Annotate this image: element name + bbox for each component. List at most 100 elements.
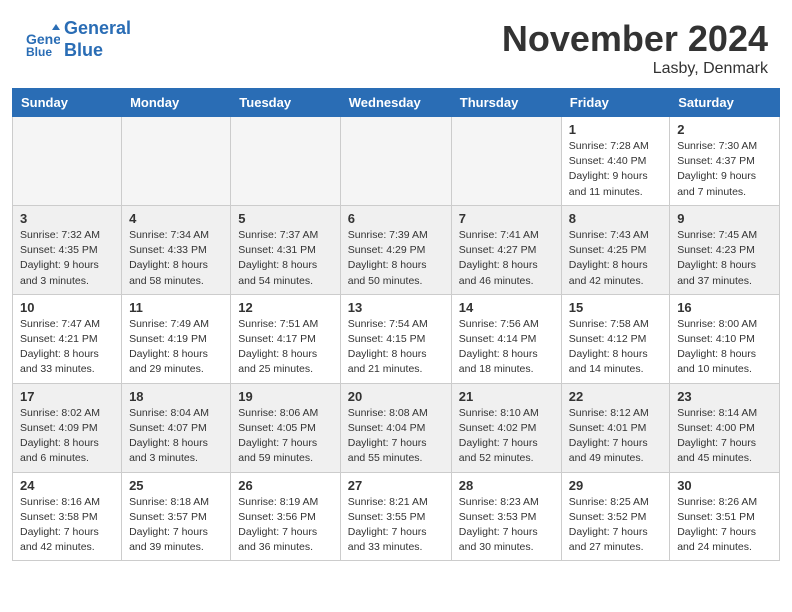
calendar-week-row: 10 Sunrise: 7:47 AM Sunset: 4:21 PM Dayli… — [13, 294, 780, 383]
calendar-cell: 18Sunrise: 8:04 AM Sunset: 4:07 PM Dayli… — [122, 383, 231, 472]
day-info: Sunrise: 8:26 AM Sunset: 3:51 PM Dayligh… — [677, 495, 772, 556]
day-info: Sunrise: 8:10 AM Sunset: 4:02 PM Dayligh… — [459, 406, 554, 467]
weekday-header: Thursday — [451, 89, 561, 117]
day-info: Sunrise: 8:08 AM Sunset: 4:04 PM Dayligh… — [348, 406, 444, 467]
day-number: 8 — [569, 211, 662, 226]
day-number: 12 — [238, 300, 332, 315]
svg-text:Blue: Blue — [26, 45, 52, 58]
calendar-week-row: 17Sunrise: 8:02 AM Sunset: 4:09 PM Dayli… — [13, 383, 780, 472]
calendar-cell — [231, 117, 340, 206]
month-title: November 2024 — [502, 18, 768, 60]
calendar-week-row: 3Sunrise: 7:32 AM Sunset: 4:35 PM Daylig… — [13, 205, 780, 294]
day-number: 30 — [677, 478, 772, 493]
weekday-header: Saturday — [670, 89, 780, 117]
day-number: 16 — [677, 300, 772, 315]
day-number: 3 — [20, 211, 114, 226]
day-info: Sunrise: 8:06 AM Sunset: 4:05 PM Dayligh… — [238, 406, 332, 467]
day-number: 22 — [569, 389, 662, 404]
calendar-cell: 7Sunrise: 7:41 AM Sunset: 4:27 PM Daylig… — [451, 205, 561, 294]
calendar-cell — [13, 117, 122, 206]
calendar-cell: 8 Sunrise: 7:43 AM Sunset: 4:25 PM Daylig… — [561, 205, 669, 294]
day-info: Sunrise: 8:21 AM Sunset: 3:55 PM Dayligh… — [348, 495, 444, 556]
day-info: Sunrise: 7:43 AM Sunset: 4:25 PM Dayligh… — [569, 228, 662, 289]
day-info: Sunrise: 7:54 AM Sunset: 4:15 PM Dayligh… — [348, 317, 444, 378]
calendar-cell: 21 Sunrise: 8:10 AM Sunset: 4:02 PM Dayli… — [451, 383, 561, 472]
day-number: 19 — [238, 389, 332, 404]
day-info: Sunrise: 8:12 AM Sunset: 4:01 PM Dayligh… — [569, 406, 662, 467]
day-info: Sunrise: 7:28 AM Sunset: 4:40 PM Dayligh… — [569, 139, 662, 200]
day-info: Sunrise: 7:56 AM Sunset: 4:14 PM Dayligh… — [459, 317, 554, 378]
day-number: 26 — [238, 478, 332, 493]
location: Lasby, Denmark — [502, 60, 768, 78]
day-info: Sunrise: 7:34 AM Sunset: 4:33 PM Dayligh… — [129, 228, 223, 289]
title-block: November 2024 Lasby, Denmark — [502, 18, 768, 78]
day-info: Sunrise: 7:30 AM Sunset: 4:37 PM Dayligh… — [677, 139, 772, 200]
calendar-week-row: 24Sunrise: 8:16 AM Sunset: 3:58 PM Dayli… — [13, 472, 780, 561]
day-number: 25 — [129, 478, 223, 493]
day-number: 11 — [129, 300, 223, 315]
day-number: 27 — [348, 478, 444, 493]
calendar-cell: 16Sunrise: 8:00 AM Sunset: 4:10 PM Dayli… — [670, 294, 780, 383]
calendar-cell: 4 Sunrise: 7:34 AM Sunset: 4:33 PM Daylig… — [122, 205, 231, 294]
calendar-cell: 6 Sunrise: 7:39 AM Sunset: 4:29 PM Daylig… — [340, 205, 451, 294]
weekday-header: Monday — [122, 89, 231, 117]
day-number: 21 — [459, 389, 554, 404]
day-number: 4 — [129, 211, 223, 226]
day-info: Sunrise: 8:18 AM Sunset: 3:57 PM Dayligh… — [129, 495, 223, 556]
day-info: Sunrise: 8:16 AM Sunset: 3:58 PM Dayligh… — [20, 495, 114, 556]
day-info: Sunrise: 7:45 AM Sunset: 4:23 PM Dayligh… — [677, 228, 772, 289]
day-info: Sunrise: 7:51 AM Sunset: 4:17 PM Dayligh… — [238, 317, 332, 378]
day-info: Sunrise: 8:02 AM Sunset: 4:09 PM Dayligh… — [20, 406, 114, 467]
day-info: Sunrise: 8:19 AM Sunset: 3:56 PM Dayligh… — [238, 495, 332, 556]
logo-icon: General Blue — [24, 22, 60, 58]
day-info: Sunrise: 7:47 AM Sunset: 4:21 PM Dayligh… — [20, 317, 114, 378]
day-number: 15 — [569, 300, 662, 315]
day-number: 6 — [348, 211, 444, 226]
day-number: 13 — [348, 300, 444, 315]
calendar-cell: 2 Sunrise: 7:30 AM Sunset: 4:37 PM Daylig… — [670, 117, 780, 206]
logo-blue: Blue — [64, 40, 131, 62]
calendar-cell: 3Sunrise: 7:32 AM Sunset: 4:35 PM Daylig… — [13, 205, 122, 294]
calendar-cell: 25 Sunrise: 8:18 AM Sunset: 3:57 PM Dayli… — [122, 472, 231, 561]
day-info: Sunrise: 8:14 AM Sunset: 4:00 PM Dayligh… — [677, 406, 772, 467]
day-number: 2 — [677, 122, 772, 137]
calendar-cell: 28Sunrise: 8:23 AM Sunset: 3:53 PM Dayli… — [451, 472, 561, 561]
weekday-header: Tuesday — [231, 89, 340, 117]
day-number: 29 — [569, 478, 662, 493]
day-number: 28 — [459, 478, 554, 493]
weekday-header: Sunday — [13, 89, 122, 117]
day-number: 5 — [238, 211, 332, 226]
calendar-cell: 15 Sunrise: 7:58 AM Sunset: 4:12 PM Dayli… — [561, 294, 669, 383]
day-info: Sunrise: 7:58 AM Sunset: 4:12 PM Dayligh… — [569, 317, 662, 378]
calendar-cell: 29 Sunrise: 8:25 AM Sunset: 3:52 PM Dayli… — [561, 472, 669, 561]
calendar-cell: 1 Sunrise: 7:28 AM Sunset: 4:40 PM Daylig… — [561, 117, 669, 206]
calendar-cell: 22 Sunrise: 8:12 AM Sunset: 4:01 PM Dayli… — [561, 383, 669, 472]
page-header: General Blue General Blue November 2024 … — [0, 0, 792, 88]
calendar-cell: 13 Sunrise: 7:54 AM Sunset: 4:15 PM Dayli… — [340, 294, 451, 383]
weekday-header: Friday — [561, 89, 669, 117]
calendar-cell: 24Sunrise: 8:16 AM Sunset: 3:58 PM Dayli… — [13, 472, 122, 561]
calendar-cell: 17Sunrise: 8:02 AM Sunset: 4:09 PM Dayli… — [13, 383, 122, 472]
day-number: 1 — [569, 122, 662, 137]
calendar-cell: 5Sunrise: 7:37 AM Sunset: 4:31 PM Daylig… — [231, 205, 340, 294]
day-info: Sunrise: 7:49 AM Sunset: 4:19 PM Dayligh… — [129, 317, 223, 378]
logo: General Blue General Blue — [24, 18, 131, 61]
day-info: Sunrise: 7:39 AM Sunset: 4:29 PM Dayligh… — [348, 228, 444, 289]
calendar-cell: 20 Sunrise: 8:08 AM Sunset: 4:04 PM Dayli… — [340, 383, 451, 472]
day-number: 10 — [20, 300, 114, 315]
calendar-cell: 12 Sunrise: 7:51 AM Sunset: 4:17 PM Dayli… — [231, 294, 340, 383]
calendar-cell: 30 Sunrise: 8:26 AM Sunset: 3:51 PM Dayli… — [670, 472, 780, 561]
calendar-cell: 10 Sunrise: 7:47 AM Sunset: 4:21 PM Dayli… — [13, 294, 122, 383]
calendar-cell: 26 Sunrise: 8:19 AM Sunset: 3:56 PM Dayli… — [231, 472, 340, 561]
calendar-cell — [122, 117, 231, 206]
day-info: Sunrise: 7:41 AM Sunset: 4:27 PM Dayligh… — [459, 228, 554, 289]
day-number: 9 — [677, 211, 772, 226]
calendar-table: SundayMondayTuesdayWednesdayThursdayFrid… — [12, 88, 780, 561]
calendar-header-row: SundayMondayTuesdayWednesdayThursdayFrid… — [13, 89, 780, 117]
calendar-cell: 14Sunrise: 7:56 AM Sunset: 4:14 PM Dayli… — [451, 294, 561, 383]
weekday-header: Wednesday — [340, 89, 451, 117]
calendar-cell: 11 Sunrise: 7:49 AM Sunset: 4:19 PM Dayli… — [122, 294, 231, 383]
calendar-week-row: 1 Sunrise: 7:28 AM Sunset: 4:40 PM Daylig… — [13, 117, 780, 206]
day-number: 20 — [348, 389, 444, 404]
day-info: Sunrise: 8:25 AM Sunset: 3:52 PM Dayligh… — [569, 495, 662, 556]
